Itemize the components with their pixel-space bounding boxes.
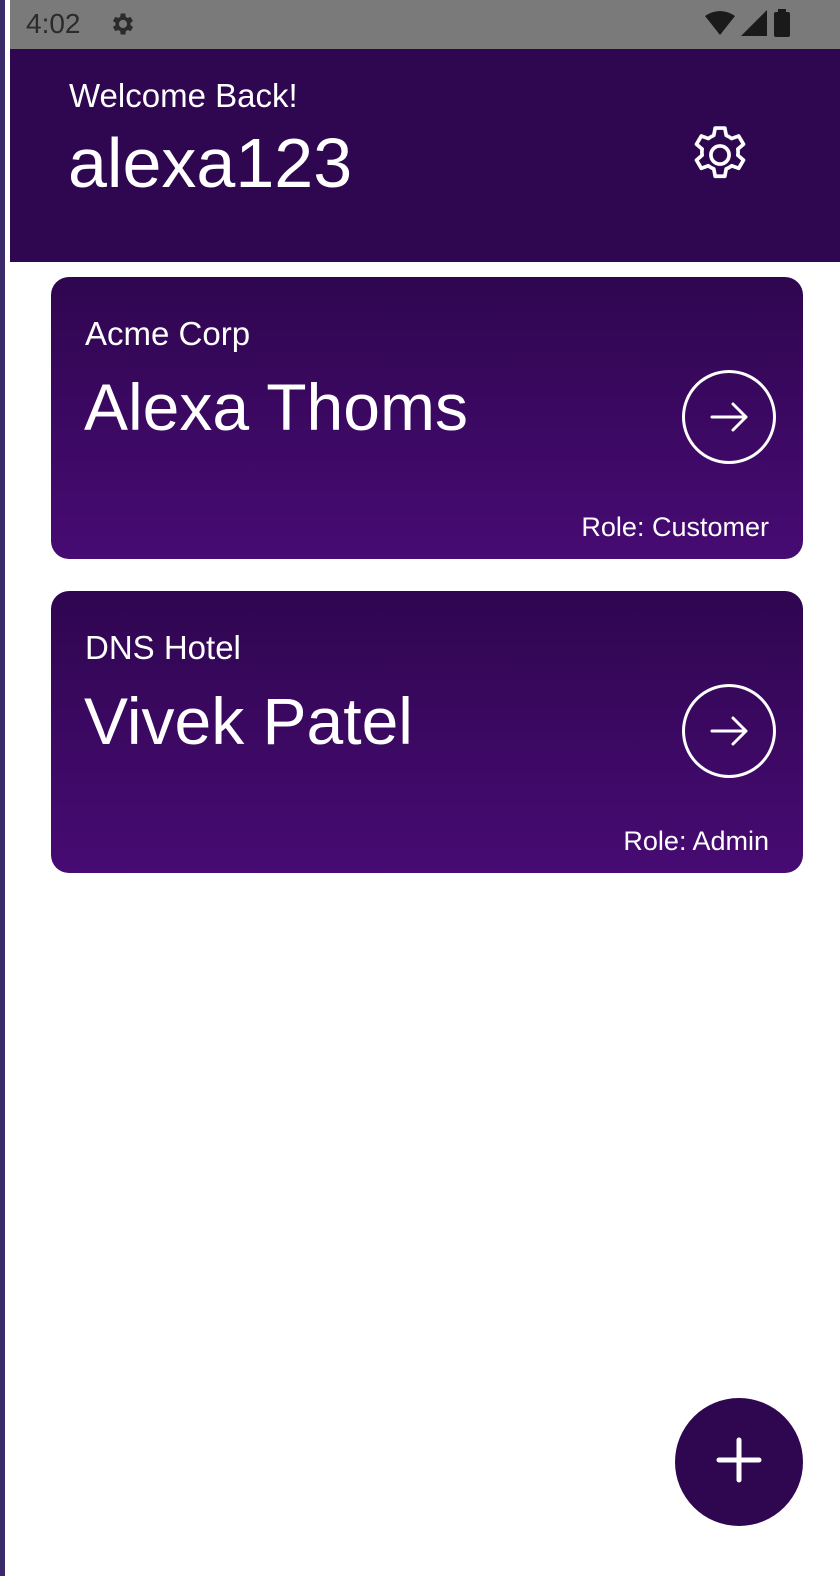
status-bar: 4:02: [10, 0, 840, 49]
arrow-right-circle-icon: [681, 684, 777, 783]
plus-icon: [716, 1437, 762, 1488]
app-header: Welcome Back! alexa123: [10, 49, 840, 262]
open-account-button[interactable]: [681, 683, 777, 779]
company-name: DNS Hotel: [85, 629, 241, 666]
add-account-button[interactable]: [675, 1398, 803, 1526]
open-account-button[interactable]: [681, 369, 777, 465]
account-role: Role: Admin: [623, 826, 769, 856]
welcome-text: Welcome Back!: [69, 77, 298, 114]
account-card[interactable]: Acme Corp Alexa Thoms Role: Customer: [51, 277, 803, 559]
arrow-right-circle-icon: [681, 370, 777, 469]
signal-icon: [741, 9, 767, 41]
account-name: Alexa Thoms: [84, 370, 468, 444]
app-screen: 4:02 Welcome Back! alexa123 Acme Corp Al…: [0, 0, 840, 1576]
settings-button[interactable]: [686, 121, 754, 189]
wifi-icon: [705, 10, 735, 41]
company-name: Acme Corp: [85, 315, 251, 352]
status-time: 4:02: [26, 8, 81, 39]
settings-icon: [109, 10, 137, 38]
account-name: Vivek Patel: [84, 684, 413, 758]
username-title: alexa123: [68, 124, 353, 202]
account-card[interactable]: DNS Hotel Vivek Patel Role: Admin: [51, 591, 803, 873]
account-role: Role: Customer: [581, 512, 769, 542]
battery-icon: [773, 8, 791, 42]
gear-icon: [686, 126, 754, 193]
